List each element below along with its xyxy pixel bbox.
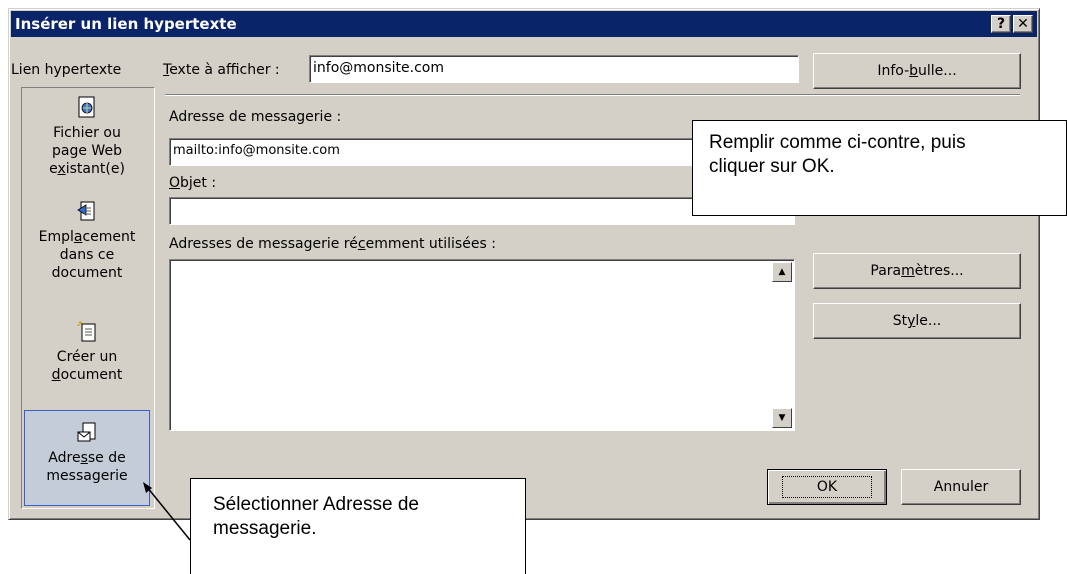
callout-text: messagerie.	[213, 518, 317, 539]
instruction-callout-select: Sélectionner Adresse de messagerie.	[190, 478, 526, 574]
callout-arrow	[143, 482, 191, 541]
callout-text: Sélectionner Adresse de	[213, 494, 419, 515]
